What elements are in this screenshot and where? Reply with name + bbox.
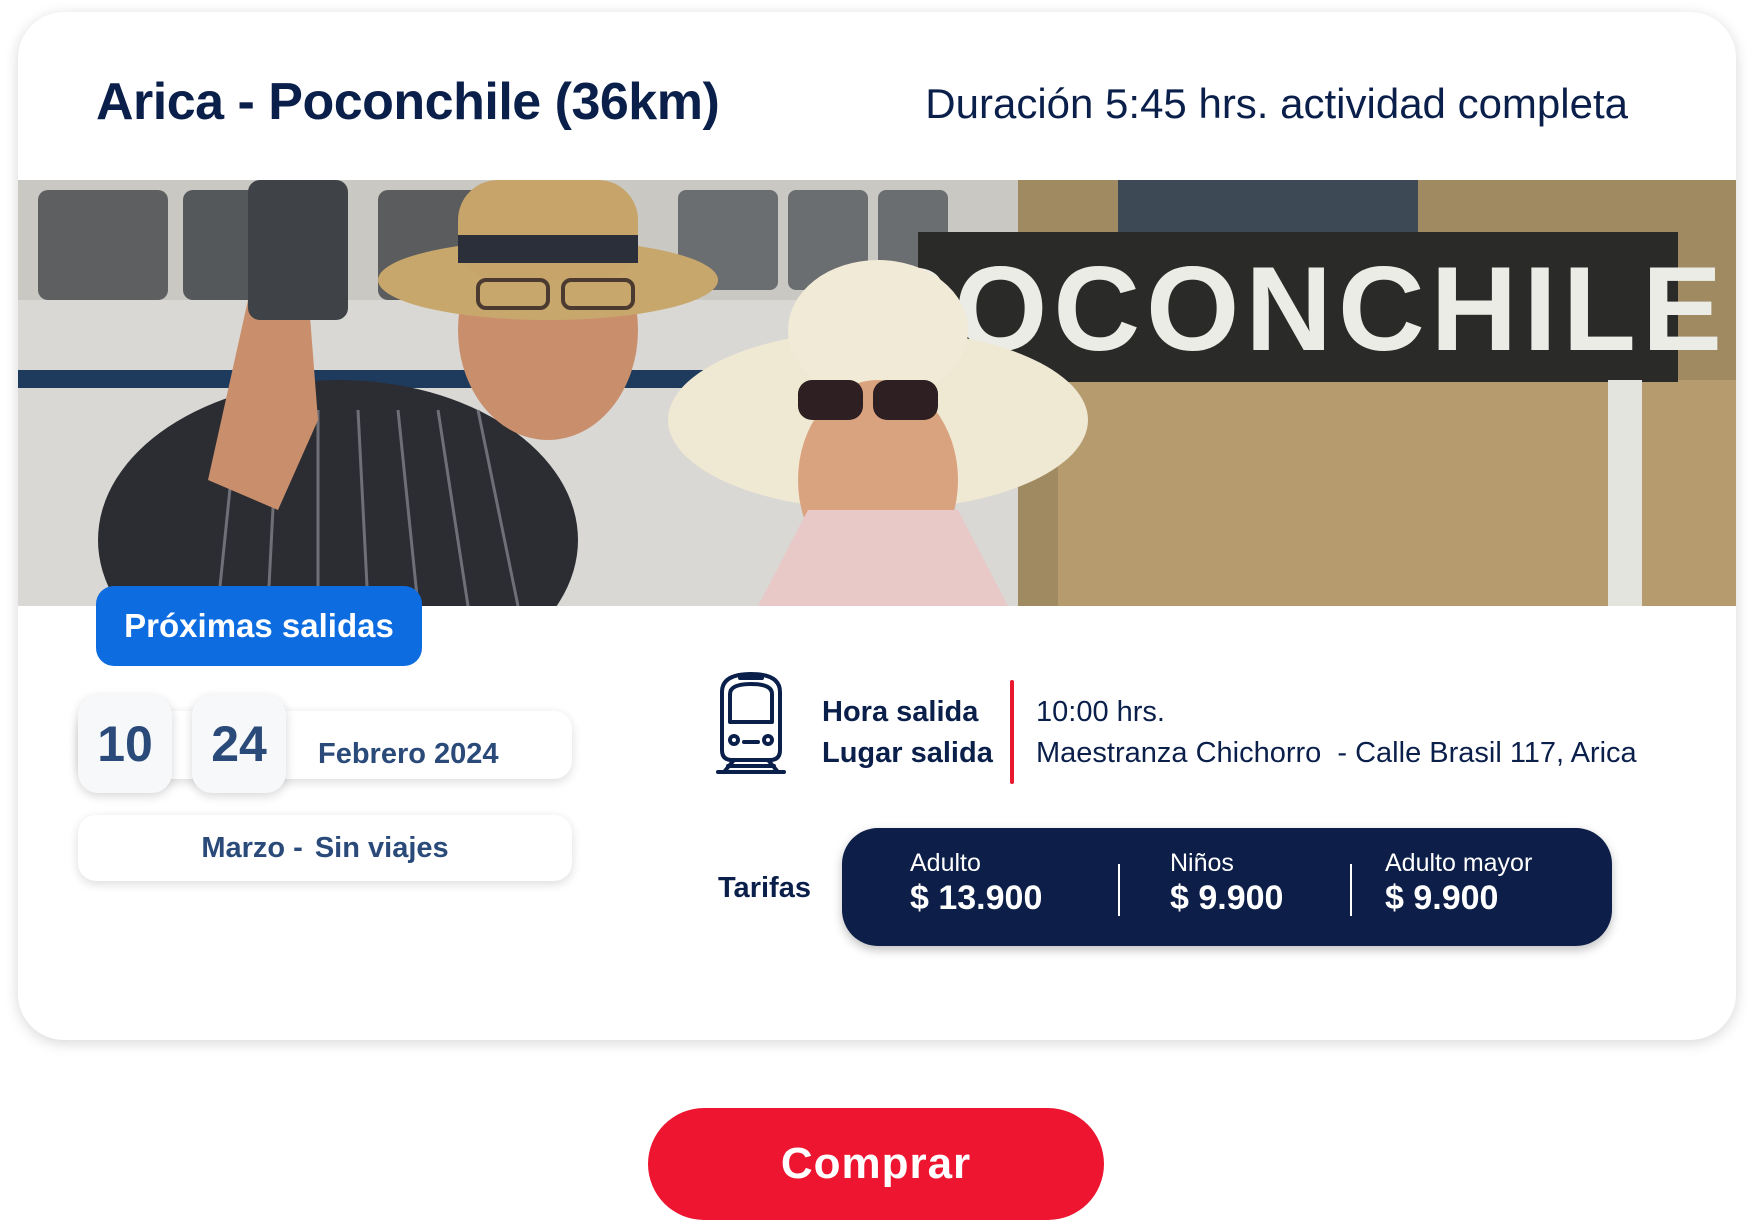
hero-photo: POCONCHILE xyxy=(18,180,1736,606)
departure-day-24[interactable]: 24 xyxy=(192,695,286,793)
fare-child-price: $ 9.900 xyxy=(1170,879,1284,917)
fare-child: Niños $ 9.900 xyxy=(1170,848,1283,918)
hero-illustration: POCONCHILE xyxy=(18,180,1736,606)
departure-place-value: Maestranza Chichorro - Calle Brasil 117,… xyxy=(1036,737,1637,769)
departure-time-value: 10:00 hrs. xyxy=(1036,696,1165,728)
fare-senior: Adulto mayor $ 9.900 xyxy=(1385,848,1532,918)
departure-day-10[interactable]: 10 xyxy=(78,695,172,793)
train-icon xyxy=(716,672,786,774)
fare-divider xyxy=(1350,864,1352,916)
fares-label: Tarifas xyxy=(718,872,811,904)
fare-adult: Adulto $ 13.900 xyxy=(910,848,1042,918)
trip-info-labels: Hora salida Lugar salida xyxy=(822,692,993,774)
month-label: Febrero 2024 xyxy=(318,738,499,770)
departure-place-label: Lugar salida xyxy=(822,737,993,769)
info-divider xyxy=(1010,680,1014,784)
fare-senior-label: Adulto mayor xyxy=(1385,849,1533,877)
next-month-status-text: Sin viajes xyxy=(314,831,449,864)
fares-panel: Adulto $ 13.900 Niños $ 9.900 Adulto may… xyxy=(842,828,1612,946)
fare-senior-price: $ 9.900 xyxy=(1385,879,1499,917)
fare-child-label: Niños xyxy=(1170,849,1234,877)
tour-title: Arica - Poconchile (36km) xyxy=(96,73,720,131)
tour-duration: Duración 5:45 hrs. actividad completa xyxy=(925,80,1628,127)
fare-adult-label: Adulto xyxy=(910,849,981,877)
next-month-label: Marzo - xyxy=(201,831,303,864)
buy-button[interactable]: Comprar xyxy=(648,1108,1104,1220)
fare-divider xyxy=(1118,864,1120,916)
next-departures-badge: Próximas salidas xyxy=(96,586,422,666)
next-month-status: Marzo - Sin viajes xyxy=(78,815,572,881)
fare-adult-price: $ 13.900 xyxy=(910,879,1043,917)
departure-time-label: Hora salida xyxy=(822,696,979,728)
trip-info-values: 10:00 hrs. Maestranza Chichorro - Calle … xyxy=(1036,692,1637,774)
